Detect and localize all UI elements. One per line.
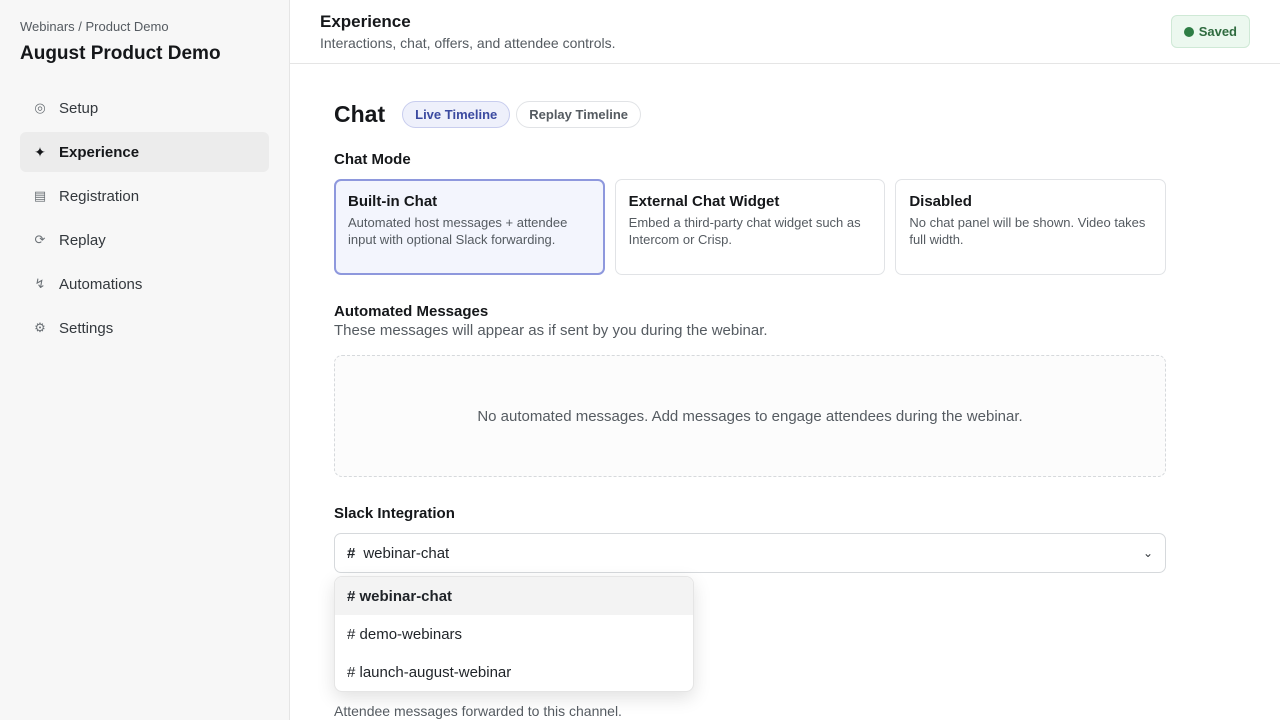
dropdown-option-webinar-chat[interactable]: # webinar-chat [335, 577, 693, 615]
slack-integration-label: Slack Integration [334, 505, 455, 522]
card-title: Built-in Chat [348, 193, 438, 210]
automated-messages-title: Automated Messages [334, 303, 489, 320]
chat-mode-built-in-card[interactable]: Built-in Chat Automated host messages + … [334, 179, 605, 275]
sidebar-item-label: Registration [59, 187, 140, 205]
dropdown-option-launch-august-webinar[interactable]: # launch-august-webinar [335, 653, 693, 691]
status-label: Saved [1198, 24, 1237, 39]
sidebar-item-label: Settings [59, 319, 114, 337]
sidebar-item-label: Automations [59, 275, 143, 293]
sidebar-item-label: Setup [59, 99, 99, 117]
gear-icon: ⚙ [34, 320, 46, 335]
card-title: Disabled [909, 193, 972, 210]
bolt-icon: ↯ [34, 276, 46, 291]
sidebar-item-experience[interactable]: ✦ Experience [20, 132, 269, 172]
webinar-title: August Product Demo [20, 43, 221, 64]
page-header: Experience Interactions, chat, offers, a… [290, 0, 1280, 64]
sidebar-nav: ◎ Setup ✦ Experience ▤ Registration ⟳ Re… [20, 88, 269, 348]
chat-mode-external-widget-card[interactable]: External Chat Widget Embed a third-party… [614, 179, 886, 275]
card-description: No chat panel will be shown. Video takes… [909, 215, 1146, 247]
selected-channel: webinar-chat [363, 544, 450, 562]
circle-icon: ◎ [34, 100, 46, 115]
sidebar-item-automations[interactable]: ↯ Automations [20, 264, 269, 304]
status-dot-icon [1183, 26, 1194, 37]
chat-mode-disabled-card[interactable]: Disabled No chat panel will be shown. Vi… [895, 179, 1167, 275]
slack-helper-text: Attendee messages forwarded to this chan… [334, 703, 622, 719]
sidebar-item-label: Experience [59, 143, 140, 161]
sidebar-item-label: Replay [59, 231, 106, 249]
automated-messages-empty-state: No automated messages. Add messages to e… [334, 355, 1166, 477]
empty-state-text: No automated messages. Add messages to e… [477, 407, 1023, 425]
card-description: Embed a third-party chat widget such as … [628, 215, 861, 247]
chat-mode-options: Built-in Chat Automated host messages + … [334, 179, 1167, 275]
card-description: Automated host messages + attendee input… [348, 215, 568, 247]
automated-messages-subtitle: These messages will appear as if sent by… [334, 322, 768, 339]
replay-icon: ⟳ [34, 232, 46, 247]
main-content: Chat Live Timeline Replay Timeline Chat … [334, 64, 1167, 573]
page-title: Experience [320, 12, 411, 31]
tab-replay-timeline[interactable]: Replay Timeline [516, 100, 642, 128]
dropdown-option-demo-webinars[interactable]: # demo-webinars [335, 615, 693, 653]
section-heading: Chat [334, 100, 386, 127]
slack-channel-dropdown: # webinar-chat # demo-webinars # launch-… [334, 576, 694, 692]
sidebar: Webinars / Product Demo August Product D… [0, 0, 290, 720]
sidebar-item-registration[interactable]: ▤ Registration [20, 176, 269, 216]
breadcrumb[interactable]: Webinars / Product Demo [20, 18, 269, 36]
chat-mode-label: Chat Mode [334, 151, 411, 168]
hash-icon: # [347, 544, 356, 562]
tab-live-timeline[interactable]: Live Timeline [402, 100, 511, 128]
chat-heading-row: Chat Live Timeline Replay Timeline [334, 100, 1166, 128]
status-badge: Saved [1170, 15, 1250, 48]
sidebar-item-setup[interactable]: ◎ Setup [20, 88, 269, 128]
sidebar-item-settings[interactable]: ⚙ Settings [20, 308, 269, 348]
slack-channel-select[interactable]: # webinar-chat ⌄ [334, 533, 1166, 573]
chevron-down-icon: ⌄ [1142, 546, 1153, 560]
form-icon: ▤ [33, 188, 47, 203]
card-title: External Chat Widget [628, 193, 780, 210]
sparkle-icon: ✦ [34, 144, 46, 160]
page-subtitle: Interactions, chat, offers, and attendee… [320, 35, 616, 51]
sidebar-item-replay[interactable]: ⟳ Replay [20, 220, 269, 260]
